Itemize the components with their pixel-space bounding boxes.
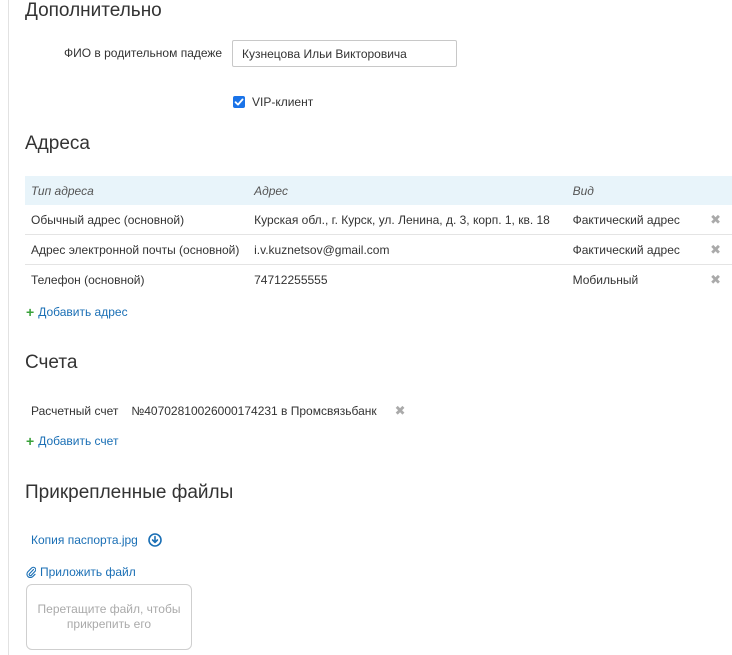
- download-icon[interactable]: [148, 533, 162, 547]
- address-kind-cell: Мобильный: [572, 272, 639, 287]
- address-cell: i.v.kuznetsov@gmail.com: [248, 234, 567, 265]
- address-cell: 74712255555: [254, 272, 328, 287]
- address-kind-cell: Фактический адрес: [566, 205, 700, 235]
- table-row: Телефон (основной) 74712255555 Мобильный…: [25, 265, 732, 295]
- delete-account-close-icon[interactable]: ✖: [395, 403, 406, 419]
- vip-checkbox-row[interactable]: VIP-клиент: [233, 95, 313, 109]
- section-title-files: Прикрепленные файлы: [25, 482, 234, 503]
- genitive-name-label: ФИО в родительном падеже: [64, 46, 223, 60]
- vip-checkbox-label: VIP-клиент: [252, 95, 314, 109]
- file-item: Копия паспорта.jpg: [31, 533, 162, 547]
- address-type-cell: Обычный адрес (основной): [25, 205, 249, 235]
- section-title-extra: Дополнительно: [25, 0, 162, 21]
- header-address-type: Тип адреса: [25, 176, 249, 205]
- delete-address-button[interactable]: ✖: [699, 205, 732, 235]
- section-title-accounts: Счета: [25, 352, 78, 373]
- addresses-table: Тип адреса Адрес Вид Обычный адрес (осно…: [25, 176, 732, 294]
- address-cell: Курская обл., г. Курск, ул. Ленина, д. 3…: [248, 205, 567, 235]
- account-type: Расчетный счет: [31, 404, 119, 418]
- account-row: Расчетный счет №40702810026000174231 в П…: [31, 403, 406, 419]
- close-icon[interactable]: ✖: [710, 242, 721, 257]
- add-address-link[interactable]: + Добавить адрес: [26, 305, 128, 319]
- genitive-name-input[interactable]: [232, 40, 457, 67]
- paperclip-icon: [26, 566, 36, 578]
- close-icon[interactable]: ✖: [710, 272, 721, 287]
- plus-icon: +: [26, 433, 35, 449]
- header-actions: [699, 176, 732, 205]
- attach-file-link[interactable]: Приложить файл: [26, 565, 136, 579]
- file-link[interactable]: Копия паспорта.jpg: [31, 533, 138, 547]
- vip-checkbox[interactable]: [233, 96, 245, 108]
- header-address: Адрес: [248, 176, 567, 205]
- delete-address-button[interactable]: ✖: [699, 234, 732, 265]
- address-kind-cell: Фактический адрес: [566, 234, 700, 265]
- add-account-label[interactable]: Добавить счет: [38, 434, 118, 448]
- address-type-cell: Телефон (основной): [31, 272, 145, 287]
- header-kind: Вид: [566, 176, 700, 205]
- section-title-addresses: Адреса: [25, 133, 90, 154]
- addresses-table-header: Тип адреса Адрес Вид: [25, 176, 732, 205]
- table-row: Адрес электронной почты (основной) i.v.k…: [25, 234, 732, 265]
- check-icon: [234, 98, 244, 106]
- close-icon[interactable]: ✖: [710, 212, 721, 227]
- table-row: Обычный адрес (основной) Курская обл., г…: [25, 205, 732, 235]
- left-border: [8, 0, 9, 655]
- drop-zone-text: Перетащите файл, чтобы прикрепить его: [37, 602, 181, 631]
- plus-icon: +: [26, 304, 35, 320]
- address-type-cell: Адрес электронной почты (основной): [25, 234, 249, 265]
- attach-file-label[interactable]: Приложить файл: [40, 565, 136, 579]
- add-account-link[interactable]: + Добавить счет: [26, 434, 118, 448]
- add-address-label[interactable]: Добавить адрес: [38, 305, 127, 319]
- file-drop-zone[interactable]: Перетащите файл, чтобы прикрепить его: [26, 584, 192, 650]
- account-value: №40702810026000174231 в Промсвязьбанк: [131, 404, 377, 418]
- delete-address-button[interactable]: ✖: [699, 265, 732, 295]
